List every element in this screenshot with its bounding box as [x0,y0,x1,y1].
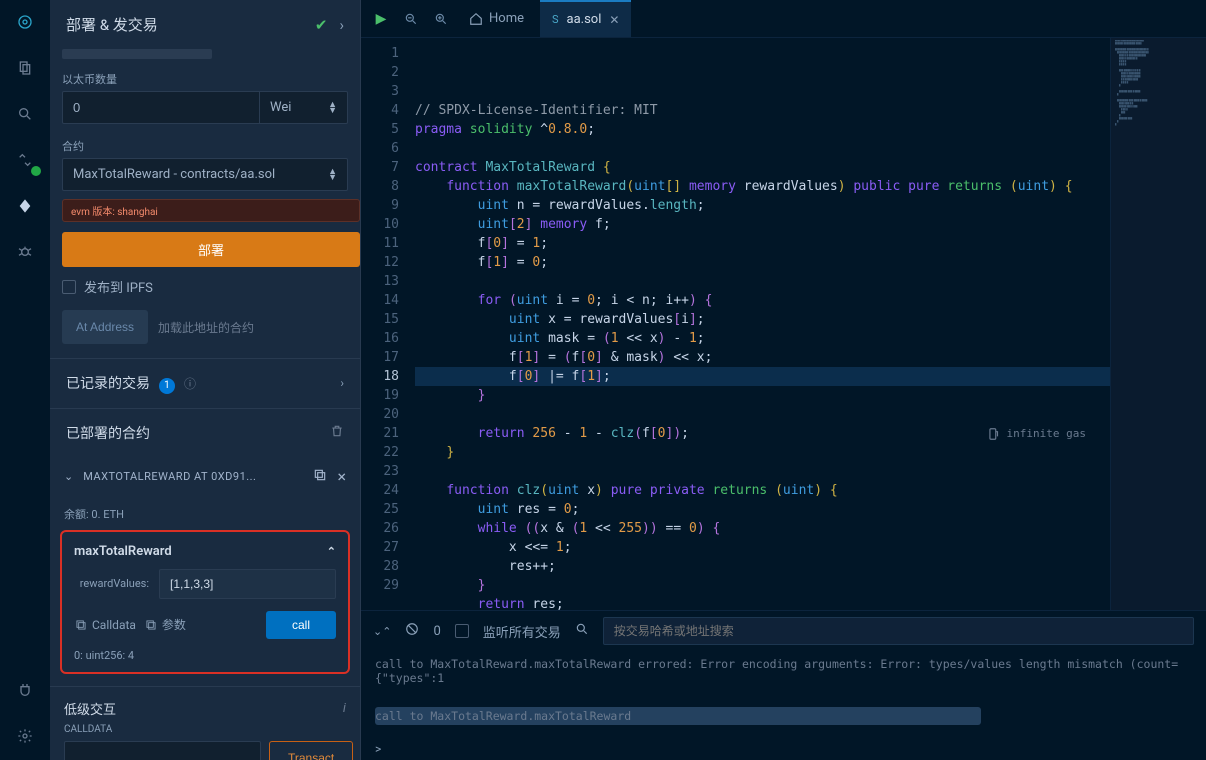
run-icon[interactable]: ▶ [369,11,393,27]
ipfs-checkbox[interactable] [62,280,76,294]
ether-unit-label: Wei [270,100,291,115]
file-explorer-icon[interactable] [11,54,39,82]
chevron-right-icon[interactable]: › [340,376,344,390]
chevron-right-icon[interactable]: › [339,16,344,34]
param-label: rewardValues: [74,577,149,590]
transact-button[interactable]: Transact [269,741,353,760]
copy-icon[interactable] [313,468,327,485]
code-editor[interactable]: infinite gas // SPDX-License-Identifier:… [415,38,1110,610]
listen-all-checkbox[interactable] [455,624,469,638]
contract-select-value: MaxTotalReward - contracts/aa.sol [73,167,275,182]
evm-version-tag: evm 版本: shanghai [62,199,360,222]
plugin-icon[interactable] [11,676,39,704]
tab-active-label: aa.sol [567,12,602,27]
recorded-tx-title: 已记录的交易 [66,376,150,392]
call-result: 0: uint256: 4 [74,649,336,662]
terminal-prompt[interactable]: > [361,738,1206,760]
terminal-line: call to MaxTotalReward.maxTotalReward er… [375,657,1192,685]
copy-calldata[interactable]: Calldata [74,618,136,632]
line-gutter: 1234567891011121314151617181920212223242… [361,38,415,610]
search-icon[interactable] [575,622,589,640]
calldata-input[interactable] [64,741,261,760]
tab-bar: ▶ Home S aa.sol ✕ [361,0,1206,38]
at-address-placeholder: 加载此地址的合约 [158,319,254,336]
info-icon[interactable]: i [343,701,346,716]
zoom-in-icon[interactable] [429,12,453,26]
chevron-up-icon[interactable]: ⌃ [327,545,336,558]
recorded-tx-count: 1 [159,378,175,394]
terminal-search-input[interactable] [603,617,1194,645]
copy-params[interactable]: 参数 [144,616,186,633]
tab-active[interactable]: S aa.sol ✕ [540,0,631,37]
function-name: maxTotalReward [74,544,172,559]
block-icon[interactable] [405,622,419,640]
calldata-label: CALLDATA [64,724,346,735]
compiler-icon[interactable] [11,146,39,174]
debugger-icon[interactable] [11,238,39,266]
terminal-output[interactable]: call to MaxTotalReward.maxTotalReward er… [361,651,1206,738]
deploy-button[interactable]: 部署 [62,232,360,267]
param-input[interactable] [159,569,336,599]
zoom-out-icon[interactable] [399,12,423,26]
trash-icon[interactable] [330,424,344,441]
listen-all-label: 监听所有交易 [483,622,561,641]
ether-value-input[interactable] [62,91,260,124]
info-icon[interactable]: ⓘ [184,377,196,391]
close-icon[interactable]: ✕ [609,13,619,27]
deploy-run-icon[interactable] [11,192,39,220]
contract-instance-name: MAXTOTALREWARD AT 0XD91... [83,470,303,483]
minimap[interactable]: ████ ████████████████ ██████ ████████ ██… [1110,38,1206,610]
lowlevel-title: 低级交互 [64,699,116,718]
collapse-icon[interactable]: ⌄⌃ [373,625,391,638]
at-address-button[interactable]: At Address [62,310,148,344]
icon-rail [0,0,50,760]
ipfs-label: 发布到 IPFS [84,277,153,296]
terminal: ⌄⌃ 0 监听所有交易 call to MaxTotalReward.maxTo… [361,610,1206,760]
contract-select[interactable]: MaxTotalReward - contracts/aa.sol ▲▼ [62,158,348,191]
ether-unit-select[interactable]: Wei ▲▼ [260,91,348,124]
settings-icon[interactable] [11,722,39,750]
pending-count: 0 [433,624,440,639]
editor-area: ▶ Home S aa.sol ✕ 1234567891011121314151… [361,0,1206,760]
close-icon[interactable]: × [337,467,346,486]
deploy-run-panel: 部署 & 发交易 ✔ › 以太币数量 Wei ▲▼ 合约 MaxTotalRew… [50,0,361,760]
chevron-down-icon[interactable]: ⌄ [64,470,73,483]
chevron-updown-icon: ▲▼ [328,102,337,114]
call-button[interactable]: call [266,611,336,639]
terminal-line: call to MaxTotalReward.maxTotalReward [375,707,981,725]
tab-home[interactable]: Home [459,11,534,26]
search-icon[interactable] [11,100,39,128]
contract-balance: 余额: 0. ETH [50,496,360,522]
contract-label: 合约 [50,134,360,158]
function-card: maxTotalReward ⌃ rewardValues: Calldata … [60,530,350,674]
check-icon[interactable]: ✔ [315,16,328,34]
deployed-contracts-title: 已部署的合约 [66,423,150,443]
chevron-updown-icon: ▲▼ [328,169,337,181]
ether-label: 以太币数量 [50,67,360,91]
solidity-file-icon: S [552,13,559,26]
panel-title: 部署 & 发交易 [66,14,158,35]
remix-logo-icon[interactable] [11,8,39,36]
